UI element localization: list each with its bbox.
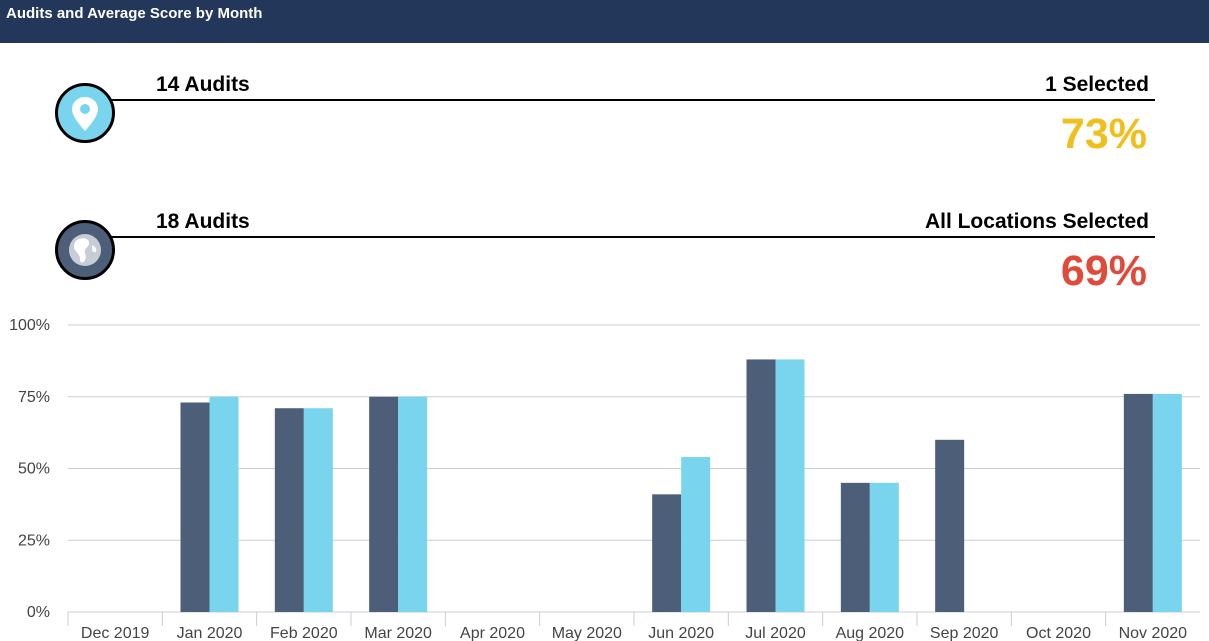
all-divider <box>110 236 1155 238</box>
x-tick-label: Sep 2020 <box>930 625 999 641</box>
bar-series-2[interactable] <box>681 457 711 612</box>
bar-series-1[interactable] <box>274 408 304 612</box>
selected-audits-count: 14 Audits <box>156 73 250 96</box>
x-tick-label: Mar 2020 <box>364 625 432 641</box>
location-pin-icon <box>55 83 115 143</box>
x-tick-label: Dec 2019 <box>81 625 150 641</box>
x-tick-label: Nov 2020 <box>1119 625 1188 641</box>
y-tick-label: 50% <box>18 461 50 478</box>
bar-series-1[interactable] <box>746 359 776 612</box>
x-tick-label: Aug 2020 <box>836 625 905 641</box>
bar-series-1[interactable] <box>840 482 870 612</box>
x-tick-label: Jul 2020 <box>745 625 806 641</box>
x-tick-label: Jan 2020 <box>177 625 243 641</box>
bar-series-1[interactable] <box>1123 393 1153 612</box>
x-tick-label: Oct 2020 <box>1026 625 1091 641</box>
all-audits-count: 18 Audits <box>156 210 250 233</box>
x-tick-label: Feb 2020 <box>270 625 338 641</box>
bar-series-1[interactable] <box>935 439 965 612</box>
all-score: 69% <box>1060 247 1147 295</box>
x-tick-label: May 2020 <box>552 625 622 641</box>
bar-series-2[interactable] <box>398 396 428 612</box>
bar-series-2[interactable] <box>775 359 805 612</box>
x-tick-label: Apr 2020 <box>460 625 525 641</box>
bar-series-1[interactable] <box>652 494 682 612</box>
bar-series-2[interactable] <box>1152 393 1182 612</box>
selected-divider <box>110 99 1155 101</box>
bar-series-1[interactable] <box>180 402 210 612</box>
selected-location-label: 1 Selected <box>1045 73 1149 96</box>
y-tick-label: 75% <box>18 389 50 406</box>
bar-series-2[interactable] <box>303 408 333 612</box>
all-locations-label: All Locations Selected <box>924 210 1149 233</box>
globe-icon <box>55 220 115 280</box>
header-bar: Audits and Average Score by Month <box>0 0 1209 43</box>
x-tick-label: Jun 2020 <box>648 625 714 641</box>
audit-score-bar-chart: 0% 25% 50% 75% 100% Dec 2019 Jan 2020 Feb 2020 M… <box>9 317 1200 641</box>
bar-series-1[interactable] <box>369 396 399 612</box>
bar-series-2[interactable] <box>869 482 899 612</box>
selected-score: 73% <box>1060 110 1147 158</box>
y-tick-label: 25% <box>18 532 50 549</box>
bar-series-2[interactable] <box>209 396 239 612</box>
page-title: Audits and Average Score by Month <box>6 5 263 22</box>
y-tick-label: 100% <box>9 317 50 334</box>
y-tick-label: 0% <box>27 604 50 621</box>
